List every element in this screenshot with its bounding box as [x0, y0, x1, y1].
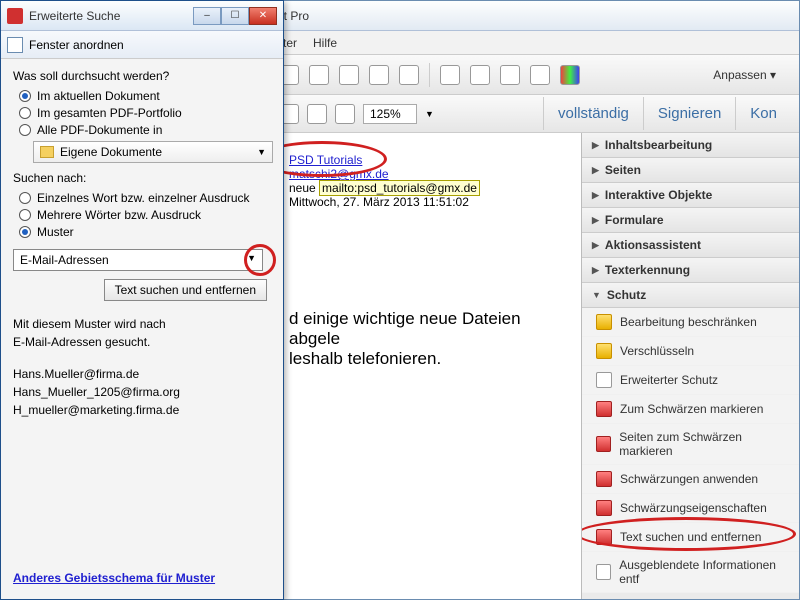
tool-seiten-markieren[interactable]: Seiten zum Schwärzen markieren [582, 424, 799, 465]
tool-suchen-entfernen[interactable]: Text suchen und entfernen [582, 523, 799, 552]
section-inhalt[interactable]: ▶Inhaltsbearbeitung [582, 133, 799, 158]
psd-link[interactable]: PSD Tutorials [289, 153, 362, 167]
customize-dropdown[interactable]: Anpassen ▾ [698, 65, 791, 85]
arrange-icon[interactable] [7, 37, 23, 53]
tool-verschluesseln[interactable]: Verschlüsseln [582, 337, 799, 366]
search-titlebar[interactable]: Erweiterte Suche – ☐ ✕ [1, 1, 283, 31]
body-text: leshalb telefonieren. [289, 349, 563, 369]
doc-icon [596, 372, 612, 388]
radio-icon [19, 209, 31, 221]
date-line: Mittwoch, 27. März 2013 11:51:02 [289, 195, 563, 209]
tool-eigenschaften[interactable]: Schwärzungseigenschaften [582, 494, 799, 523]
window-buttons: – ☐ ✕ [193, 7, 277, 25]
zoom-combo[interactable]: 125% [363, 104, 417, 124]
doc-icon [596, 564, 611, 580]
toolbar-primary: Anpassen ▾ [271, 55, 799, 95]
edit-icon[interactable] [470, 65, 490, 85]
radio-single-word[interactable]: Einzelnes Wort bzw. einzelner Ausdruck [19, 191, 271, 205]
arrow-icon[interactable] [530, 65, 550, 85]
section-aktionen[interactable]: ▶Aktionsassistent [582, 233, 799, 258]
search-body: Was soll durchsucht werden? Im aktuellen… [1, 59, 283, 429]
tab-vollstaendig[interactable]: vollständig [543, 97, 643, 130]
radio-icon [19, 124, 31, 136]
color-icon[interactable] [560, 65, 580, 85]
pattern-examples: Hans.Mueller@firma.de Hans_Mueller_1205@… [13, 365, 271, 419]
tool-markieren[interactable]: Zum Schwärzen markieren [582, 395, 799, 424]
radio-current-doc[interactable]: Im aktuellen Dokument [19, 89, 271, 103]
toolbar-secondary: 125% ▼ vollständig Signieren Kon [271, 95, 799, 133]
pattern-description: Mit diesem Muster wird nach E-Mail-Adres… [13, 315, 271, 351]
question-mode: Suchen nach: [13, 171, 271, 185]
search-subbar: Fenster anordnen [1, 31, 283, 59]
radio-multi-word[interactable]: Mehrere Wörter bzw. Ausdruck [19, 208, 271, 222]
section-schutz[interactable]: ▼Schutz [582, 283, 799, 308]
section-texterkennung[interactable]: ▶Texterkennung [582, 258, 799, 283]
radio-icon [19, 192, 31, 204]
main-titlebar: at Pro [271, 1, 799, 31]
pattern-dropdown[interactable]: E-Mail-Adressen ▼ [13, 249, 263, 271]
folder-icon [40, 146, 54, 158]
shield-icon [596, 314, 612, 330]
section-seiten[interactable]: ▶Seiten [582, 158, 799, 183]
zoom-icon[interactable] [335, 104, 355, 124]
document-content: PSD Tutorials matschi2@gmx.de neue mailt… [271, 133, 581, 389]
neue-label: neue [289, 181, 316, 195]
chevron-down-icon: ▼ [247, 253, 256, 267]
menu-item[interactable]: Hilfe [313, 36, 337, 50]
folder-dropdown[interactable]: Eigene Dokumente ▼ [33, 141, 273, 163]
tab-kommentar[interactable]: Kon [735, 97, 791, 130]
search-window: Erweiterte Suche – ☐ ✕ Fenster anordnen … [0, 0, 284, 600]
acrobat-icon [7, 8, 23, 24]
tool-anwenden[interactable]: Schwärzungen anwenden [582, 465, 799, 494]
arrange-label[interactable]: Fenster anordnen [29, 38, 124, 52]
gear-icon[interactable] [440, 65, 460, 85]
email-link[interactable]: matschi2@gmx.de [289, 167, 389, 181]
view-tabs: vollständig Signieren Kon [543, 97, 791, 130]
section-formulare[interactable]: ▶Formulare [582, 208, 799, 233]
document-view: PSD Tutorials matschi2@gmx.de neue mailt… [271, 133, 581, 599]
radio-icon [19, 226, 31, 238]
select-icon[interactable] [307, 104, 327, 124]
body-text: d einige wichtige neue Dateien abgele [289, 309, 563, 349]
redact-search-icon [596, 529, 612, 545]
mail-icon[interactable] [369, 65, 389, 85]
chevron-down-icon: ▼ [257, 147, 266, 157]
section-interaktiv[interactable]: ▶Interaktive Objekte [582, 183, 799, 208]
stamp-icon[interactable] [500, 65, 520, 85]
separator [429, 63, 430, 87]
radio-portfolio[interactable]: Im gesamten PDF-Portfolio [19, 106, 271, 120]
mailto-tooltip: mailto:psd_tutorials@gmx.de [319, 180, 480, 196]
tools-panel: ▶Inhaltsbearbeitung ▶Seiten ▶Interaktive… [581, 133, 799, 599]
radio-icon [19, 107, 31, 119]
print-icon[interactable] [339, 65, 359, 85]
tab-signieren[interactable]: Signieren [643, 97, 735, 130]
main-window: at Pro ster Hilfe Anpassen ▾ 125% ▼ voll… [270, 0, 800, 600]
locale-link[interactable]: Anderes Gebietsschema für Muster [13, 571, 215, 585]
redact-icon [596, 401, 612, 417]
maximize-button[interactable]: ☐ [221, 7, 249, 25]
shield-icon [596, 343, 612, 359]
share-icon[interactable] [399, 65, 419, 85]
radio-pattern[interactable]: Muster [19, 225, 271, 239]
radio-icon [19, 90, 31, 102]
tool-ausgeblendet[interactable]: Ausgeblendete Informationen entf [582, 552, 799, 593]
search-remove-button[interactable]: Text suchen und entfernen [104, 279, 267, 301]
search-title: Erweiterte Suche [29, 9, 193, 23]
redact-icon [596, 436, 611, 452]
redact-icon [596, 500, 612, 516]
close-button[interactable]: ✕ [249, 7, 277, 25]
cloud-icon[interactable] [309, 65, 329, 85]
minimize-button[interactable]: – [193, 7, 221, 25]
radio-all-pdf[interactable]: Alle PDF-Dokumente in [19, 123, 271, 137]
tool-bearbeitung[interactable]: Bearbeitung beschränken [582, 308, 799, 337]
menubar[interactable]: ster Hilfe [271, 31, 799, 55]
redact-icon [596, 471, 612, 487]
zoom-arrow-icon[interactable]: ▼ [425, 109, 434, 119]
tool-erweitert[interactable]: Erweiterter Schutz [582, 366, 799, 395]
question-scope: Was soll durchsucht werden? [13, 69, 271, 83]
